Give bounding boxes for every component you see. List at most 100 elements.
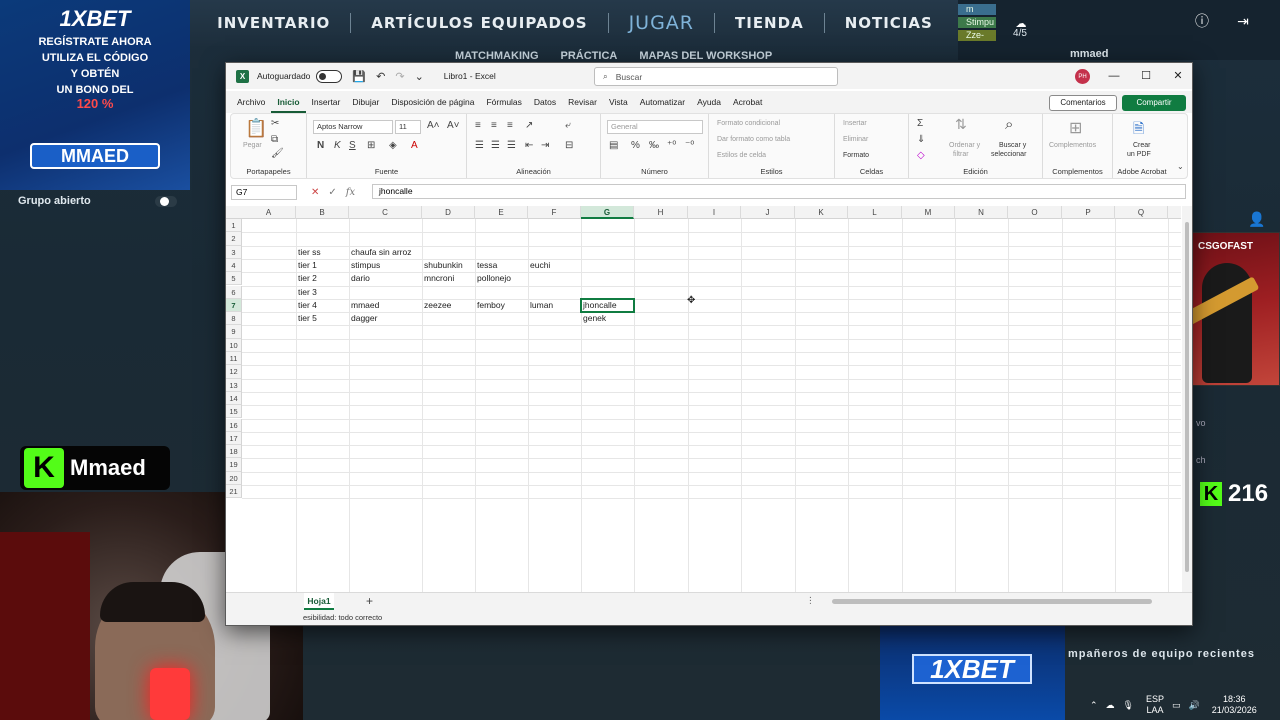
group-open-toggle[interactable] xyxy=(155,196,177,207)
cell-c3[interactable]: chaufa sin arroz xyxy=(349,246,411,259)
microphone-icon[interactable]: 🎙 xyxy=(1123,700,1134,711)
cut-icon[interactable]: ✂ xyxy=(271,118,279,129)
insert-function-icon[interactable]: fx xyxy=(346,187,355,198)
create-pdf-label[interactable]: Crear xyxy=(1133,142,1151,149)
cell-d7[interactable]: zeezee xyxy=(422,299,451,312)
cell-e7[interactable]: femboy xyxy=(475,299,505,312)
fill-color-icon[interactable]: ◈ xyxy=(389,140,397,151)
underline-icon[interactable]: S xyxy=(349,140,356,151)
tab-disposicion[interactable]: Disposición de página xyxy=(385,91,480,113)
redo-icon[interactable]: ↷ xyxy=(395,70,404,83)
column-header-g[interactable]: G xyxy=(581,206,634,219)
row-header-19[interactable]: 19 xyxy=(226,458,242,472)
row-header-8[interactable]: 8 xyxy=(226,312,242,326)
active-cell-selection[interactable] xyxy=(580,297,635,314)
info-icon[interactable]: ⓘ xyxy=(1193,12,1211,30)
create-pdf-icon[interactable]: 🗎 xyxy=(1133,118,1144,142)
row-header-18[interactable]: 18 xyxy=(226,445,242,459)
share-button[interactable]: Compartir xyxy=(1122,95,1186,111)
column-header-f[interactable]: F xyxy=(528,206,581,219)
user-avatar[interactable]: PH xyxy=(1075,69,1090,84)
tab-archivo[interactable]: Archivo xyxy=(231,91,271,113)
indent-decrease-icon[interactable]: ⇤ xyxy=(525,140,533,151)
orientation-icon[interactable]: ↗ xyxy=(525,120,533,131)
accounting-icon[interactable]: ▤ xyxy=(609,140,618,151)
sort-filter-icon[interactable]: ⇅ xyxy=(955,116,967,133)
align-middle-icon[interactable]: ≡ xyxy=(491,120,497,131)
sort-filter-label[interactable]: filtrar xyxy=(953,151,969,158)
row-header-16[interactable]: 16 xyxy=(226,418,242,432)
align-right-icon[interactable]: ☰ xyxy=(507,140,516,151)
add-friend-icon[interactable]: 👤 xyxy=(1248,210,1266,228)
column-header-d[interactable]: D xyxy=(422,206,475,219)
column-header-b[interactable]: B xyxy=(296,206,349,219)
cell-c7[interactable]: mmaed xyxy=(349,299,379,312)
format-as-table-button[interactable]: Dar formato como tabla xyxy=(717,136,790,143)
merge-center-icon[interactable]: ⊟ xyxy=(565,140,573,151)
align-bottom-icon[interactable]: ≡ xyxy=(507,120,513,131)
cell-c4[interactable]: stimpus xyxy=(349,259,380,272)
create-pdf-label[interactable]: un PDF xyxy=(1127,151,1151,158)
nav-noticias[interactable]: NOTICIAS xyxy=(839,14,939,32)
nav-articulos-equipados[interactable]: ARTÍCULOS EQUIPADOS xyxy=(365,14,593,32)
column-header-l[interactable]: L xyxy=(848,206,902,219)
column-header-e[interactable]: E xyxy=(475,206,528,219)
cell-e4[interactable]: tessa xyxy=(475,259,497,272)
cell-g8[interactable]: genek xyxy=(581,312,606,325)
column-header-q[interactable]: Q xyxy=(1115,206,1168,219)
sort-filter-label[interactable]: Ordenar y xyxy=(949,142,980,149)
row-header-6[interactable]: 6 xyxy=(226,285,242,299)
tab-revisar[interactable]: Revisar xyxy=(562,91,603,113)
maximize-button[interactable]: ☐ xyxy=(1136,67,1156,85)
volume-icon[interactable]: 🔊 xyxy=(1189,700,1200,711)
borders-icon[interactable]: ⊞ xyxy=(367,140,375,151)
cell-b3[interactable]: tier ss xyxy=(296,246,321,259)
paste-icon[interactable]: 📋 xyxy=(245,118,267,139)
clock[interactable]: 18:36 21/03/2026 xyxy=(1212,694,1257,716)
row-header-20[interactable]: 20 xyxy=(226,471,242,485)
number-format-select[interactable]: General xyxy=(607,120,703,134)
cell-b7[interactable]: tier 4 xyxy=(296,299,317,312)
column-header-m[interactable]: M xyxy=(902,206,955,219)
row-header-9[interactable]: 9 xyxy=(226,325,242,339)
customize-qat-icon[interactable]: ⌄ xyxy=(415,70,424,83)
column-header-a[interactable]: A xyxy=(242,206,296,219)
row-header-1[interactable]: 1 xyxy=(226,219,242,233)
name-box[interactable]: G7 xyxy=(231,184,297,200)
column-header-c[interactable]: C xyxy=(349,206,422,219)
font-name-select[interactable]: Aptos Narrow xyxy=(313,120,393,134)
cancel-icon[interactable]: ✕ xyxy=(311,187,319,198)
cell-c8[interactable]: dagger xyxy=(349,312,377,325)
comments-button[interactable]: Comentarios xyxy=(1049,95,1117,111)
addins-icon[interactable]: ⊞ xyxy=(1069,118,1082,138)
enter-icon[interactable]: ✓ xyxy=(328,187,336,198)
cell-b5[interactable]: tier 2 xyxy=(296,272,317,285)
display-icon[interactable]: ▭ xyxy=(1172,700,1181,711)
tab-formulas[interactable]: Fórmulas xyxy=(480,91,527,113)
increase-font-icon[interactable]: A˄ xyxy=(427,120,440,131)
column-header-o[interactable]: O xyxy=(1008,206,1062,219)
cell-c5[interactable]: dario xyxy=(349,272,370,285)
row-header-21[interactable]: 21 xyxy=(226,485,242,499)
cloud-icon[interactable]: ☁ xyxy=(1106,700,1115,711)
cell-d5[interactable]: mncroni xyxy=(422,272,454,285)
fill-icon[interactable]: ⇓ xyxy=(917,134,925,145)
percent-icon[interactable]: % xyxy=(631,140,640,151)
paste-label[interactable]: Pegar xyxy=(243,142,262,149)
row-header-15[interactable]: 15 xyxy=(226,405,242,419)
font-size-select[interactable]: 11 xyxy=(395,120,421,134)
italic-icon[interactable]: K xyxy=(334,140,341,151)
find-select-label[interactable]: Buscar y xyxy=(999,142,1026,149)
find-select-icon[interactable]: ⌕ xyxy=(1005,116,1013,133)
nav-inventario[interactable]: INVENTARIO xyxy=(211,14,336,32)
row-header-12[interactable]: 12 xyxy=(226,365,242,379)
format-cells-button[interactable]: Formato xyxy=(843,152,869,159)
conditional-format-button[interactable]: Formato condicional xyxy=(717,120,780,127)
autosum-icon[interactable]: Σ xyxy=(917,118,923,129)
decrease-font-icon[interactable]: A˅ xyxy=(447,120,460,131)
tab-vista[interactable]: Vista xyxy=(603,91,634,113)
cell-f7[interactable]: luman xyxy=(528,299,553,312)
cell-d4[interactable]: shubunkin xyxy=(422,259,463,272)
find-select-label[interactable]: seleccionar xyxy=(991,151,1026,158)
clear-icon[interactable]: ◇ xyxy=(917,150,925,161)
